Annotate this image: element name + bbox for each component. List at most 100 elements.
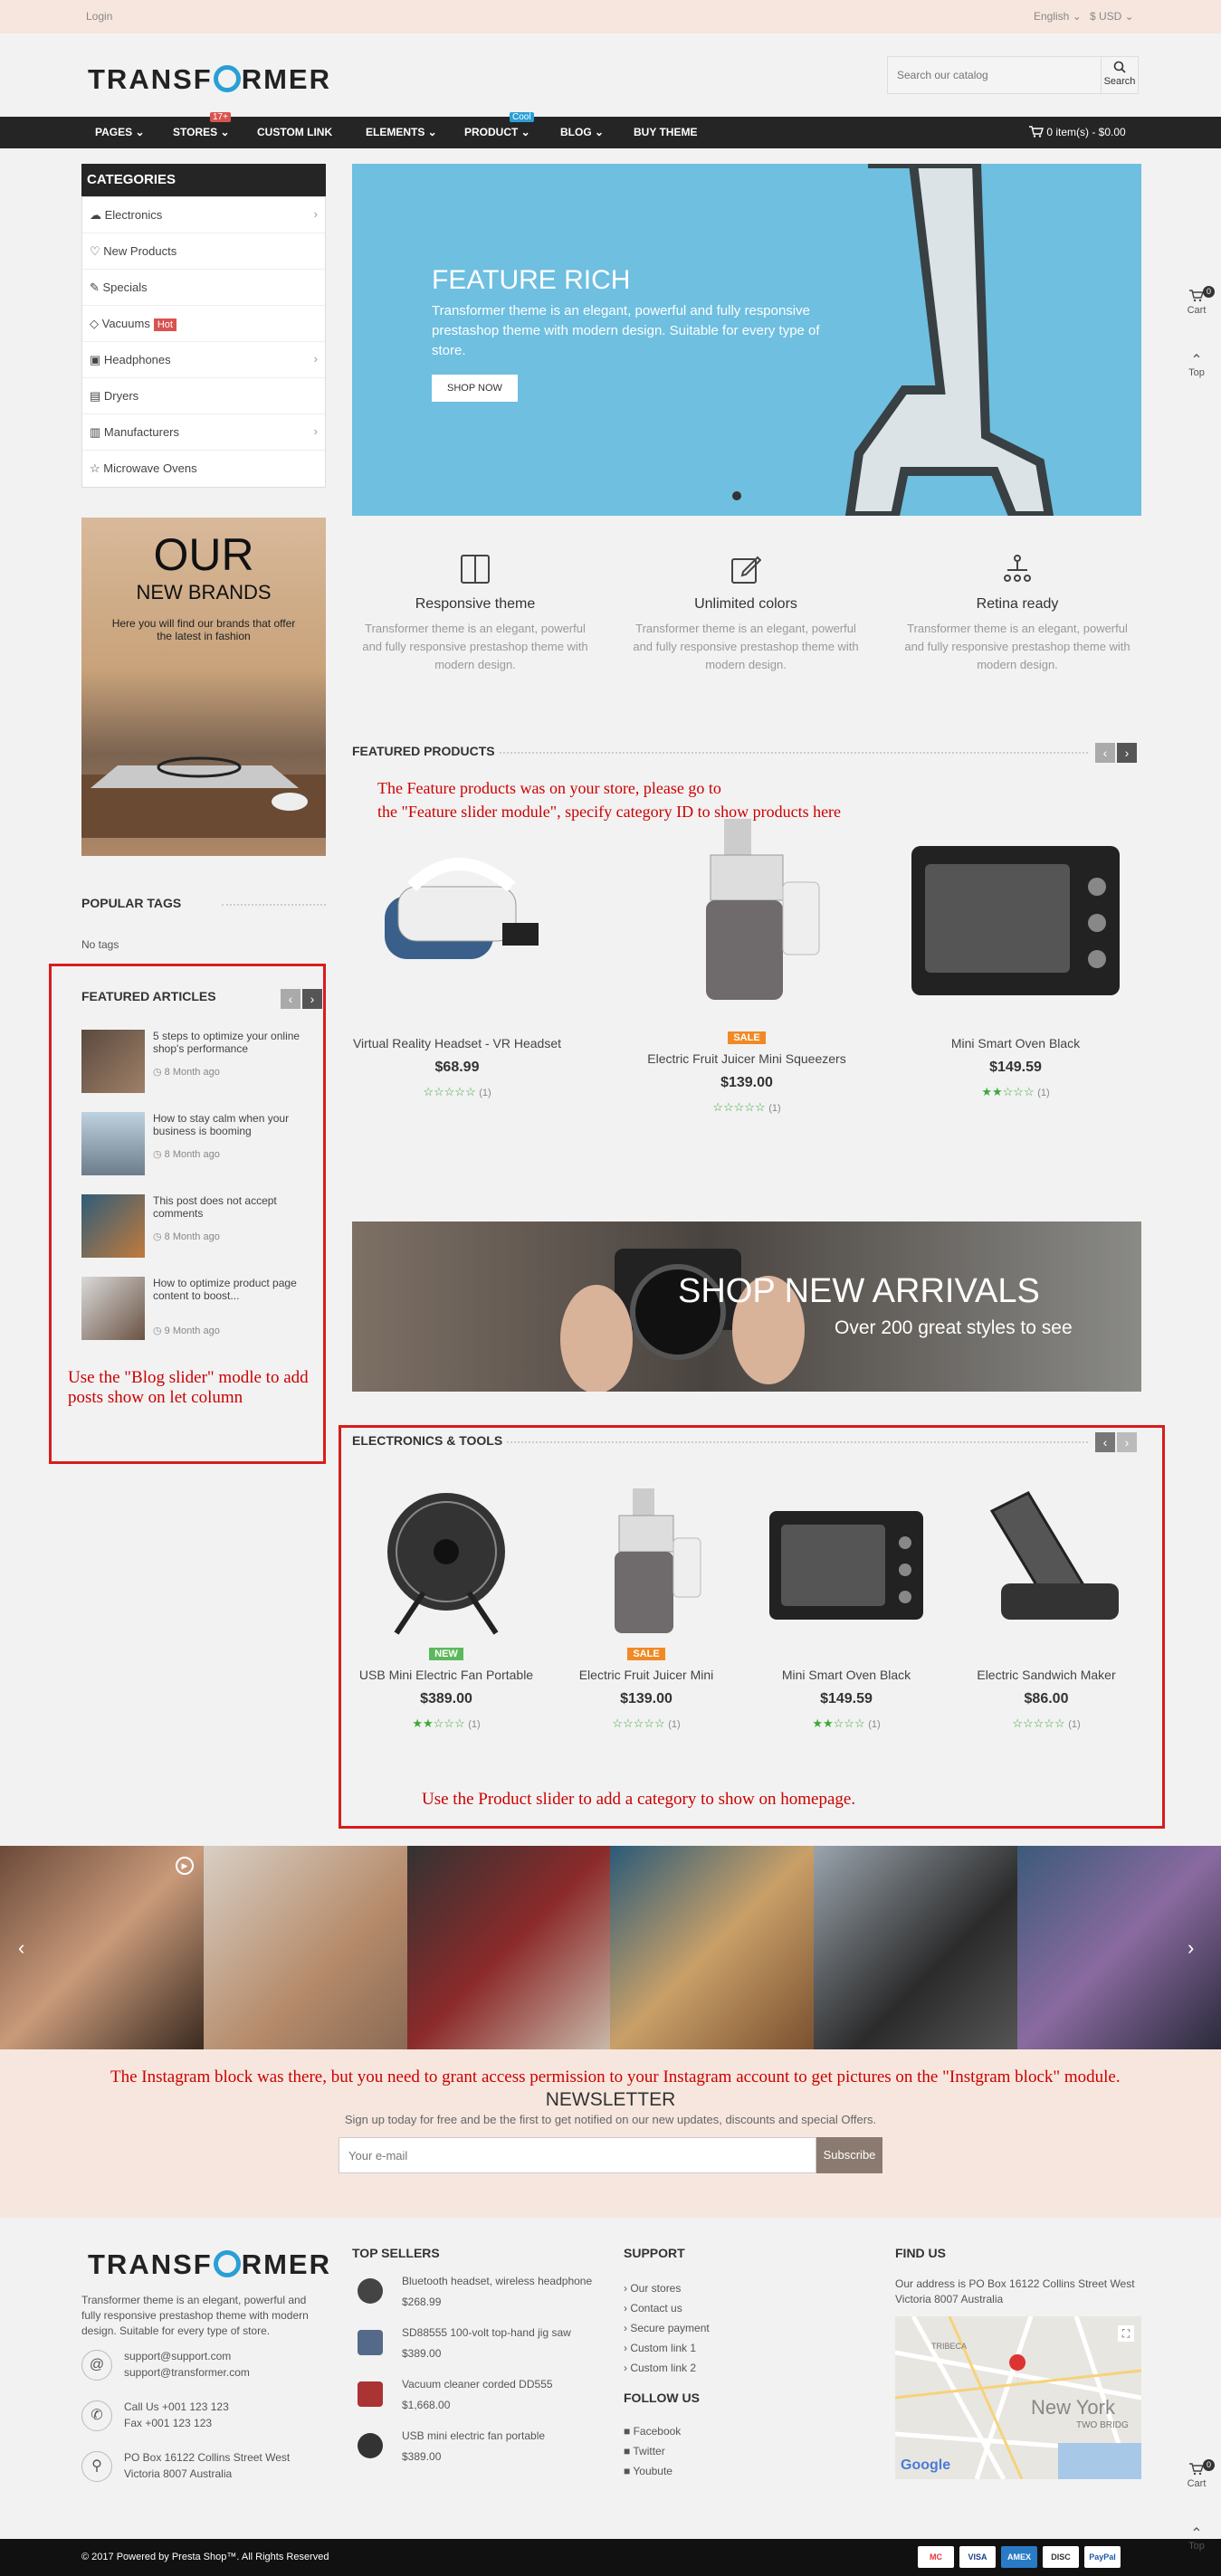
product-thumbnail: [358, 2330, 383, 2355]
footer-logo[interactable]: TRANSF RMER: [88, 2247, 331, 2281]
prev-arrow-icon[interactable]: ‹: [1095, 1432, 1115, 1452]
featured-articles-title: FEATURED ARTICLES: [81, 989, 216, 1003]
divider: [500, 752, 1088, 754]
payment-icons: MC VISA AMEX DISC PayPal: [912, 2546, 1121, 2568]
nav-stores[interactable]: STORES ⌄: [173, 126, 230, 138]
nav-buy-theme[interactable]: BUY THEME: [634, 126, 697, 138]
next-arrow-icon[interactable]: ›: [1117, 743, 1137, 763]
product-card[interactable]: SALE Electric Fruit Juicer Mini Squeezer…: [629, 810, 864, 1115]
side-cart-button-bottom[interactable]: Cart 0: [1183, 2459, 1215, 2489]
logo[interactable]: TRANSF RMER: [88, 62, 331, 96]
support-link[interactable]: › Contact us: [624, 2298, 710, 2318]
map[interactable]: TRIBECA New York TWO BRIDG Google ⛶: [895, 2316, 1141, 2479]
play-icon[interactable]: ▶: [176, 1857, 194, 1875]
instagram-prev-icon[interactable]: ‹: [18, 1936, 24, 1960]
product-card[interactable]: Electric Sandwich Maker $86.00 ☆☆☆☆☆ (1): [929, 1484, 1164, 1731]
nav-custom-link[interactable]: CUSTOM LINK: [257, 126, 332, 138]
search-input[interactable]: [888, 57, 1101, 93]
paypal-icon: PayPal: [1084, 2546, 1121, 2568]
prev-arrow-icon[interactable]: ‹: [281, 989, 300, 1009]
hot-badge: Hot: [153, 318, 176, 331]
article-thumbnail: [81, 1194, 145, 1258]
list-item[interactable]: How to optimize product page content to …: [81, 1275, 317, 1357]
side-top-button[interactable]: ⌃ Top: [1183, 354, 1210, 379]
nav-cart[interactable]: 0 item(s) - $0.00: [1029, 126, 1126, 138]
instagram-photo[interactable]: [406, 1846, 611, 2049]
new-arrivals-banner[interactable]: SHOP NEW ARRIVALS Over 200 great styles …: [352, 1221, 1141, 1392]
category-microwave-ovens[interactable]: ☆ Microwave Ovens: [82, 451, 325, 487]
discover-icon: DISC: [1043, 2546, 1079, 2568]
heart-icon: ♡: [90, 244, 104, 258]
nav-product[interactable]: PRODUCT ⌄: [464, 126, 530, 138]
instagram-photo[interactable]: [203, 1846, 407, 2049]
cart-count-badge: 0: [1203, 286, 1215, 298]
list-item[interactable]: How to stay calm when your business is b…: [81, 1110, 317, 1193]
login-link[interactable]: Login: [86, 10, 112, 23]
product-badge: Cool: [510, 112, 534, 122]
list-item[interactable]: USB mini electric fan portable $389.00: [352, 2428, 606, 2479]
sale-badge: SALE: [728, 1031, 766, 1044]
search-button[interactable]: Search: [1101, 56, 1139, 94]
list-item[interactable]: Vacuum cleaner corded DD555 $1,668.00: [352, 2376, 606, 2428]
new-badge: NEW: [429, 1648, 463, 1660]
newsletter-section: The Instagram block was there, but you n…: [0, 2049, 1221, 2218]
support-links: › Our stores › Contact us › Secure payme…: [624, 2278, 710, 2378]
facebook-link[interactable]: ■ Facebook: [624, 2421, 681, 2441]
support-link[interactable]: › Custom link 2: [624, 2358, 710, 2378]
instagram-photo[interactable]: [0, 1846, 204, 2049]
subscribe-button[interactable]: Subscribe: [816, 2137, 882, 2173]
archive-icon: ▤: [90, 389, 104, 403]
categories-block: CATEGORIES ☁ Electronics › ♡ New Products…: [81, 164, 326, 488]
language-selector[interactable]: English ⌄: [1034, 10, 1082, 23]
list-item[interactable]: Bluetooth headset, wireless headphone $2…: [352, 2273, 606, 2324]
nav-blog[interactable]: BLOG ⌄: [560, 126, 604, 138]
category-dryers[interactable]: ▤ Dryers: [82, 378, 325, 414]
newsletter-email-input[interactable]: [339, 2137, 816, 2173]
instagram-photo[interactable]: [814, 1846, 1018, 2049]
support-link[interactable]: › Custom link 1: [624, 2338, 710, 2358]
nav-elements[interactable]: ELEMENTS ⌄: [366, 126, 437, 138]
brands-banner[interactable]: OUR NEW BRANDS Here you will find our br…: [81, 518, 326, 856]
category-headphones[interactable]: ▣ Headphones ›: [82, 342, 325, 378]
list-item[interactable]: SD88555 100-volt top-hand jig saw $389.0…: [352, 2324, 606, 2376]
currency-selector[interactable]: $ USD ⌄: [1090, 10, 1134, 23]
slider-dot[interactable]: [732, 491, 741, 500]
trash-icon: ▥: [90, 425, 104, 439]
prev-arrow-icon[interactable]: ‹: [1095, 743, 1115, 763]
support-link[interactable]: › Our stores: [624, 2278, 710, 2298]
twitter-link[interactable]: ■ Twitter: [624, 2441, 681, 2461]
instagram-photo[interactable]: [610, 1846, 815, 2049]
category-electronics[interactable]: ☁ Electronics ›: [82, 197, 325, 233]
category-new-products[interactable]: ♡ New Products: [82, 233, 325, 270]
side-cart-button[interactable]: Cart 0: [1183, 286, 1215, 316]
product-card[interactable]: Virtual Reality Headset - VR Headset $68…: [339, 832, 575, 1099]
cart-icon: [1189, 2463, 1204, 2476]
divider: [222, 904, 326, 906]
footer-about: Transformer theme is an elegant, powerfu…: [81, 2294, 309, 2337]
category-vacuums[interactable]: ◇ Vacuums Hot: [82, 306, 325, 342]
amex-icon: AMEX: [1001, 2546, 1037, 2568]
follow-links: ■ Facebook ■ Twitter ■ Youbute: [624, 2421, 681, 2481]
category-manufacturers[interactable]: ▥ Manufacturers ›: [82, 414, 325, 451]
google-logo: Google: [901, 2457, 951, 2473]
sandwich-maker-image: [989, 1491, 1119, 1620]
articles-list: 5 steps to optimize your online shop's p…: [81, 1028, 317, 1357]
divider: [507, 1441, 1088, 1443]
category-specials[interactable]: ✎ Specials: [82, 270, 325, 306]
instagram-next-icon[interactable]: ›: [1188, 1936, 1194, 1960]
shop-now-button[interactable]: SHOP NOW: [432, 375, 518, 402]
youtube-link[interactable]: ■ Youbute: [624, 2461, 681, 2481]
instagram-strip: [0, 1846, 1221, 2049]
electronics-title: ELECTRONICS & TOOLS: [352, 1433, 503, 1448]
product-card[interactable]: Mini Smart Oven Black $149.59 ★★☆☆☆ (1): [898, 832, 1133, 1099]
list-item[interactable]: 5 steps to optimize your online shop's p…: [81, 1028, 317, 1110]
side-top-button-bottom[interactable]: ⌃ Top: [1183, 2527, 1210, 2552]
cloud-icon: ☁: [90, 208, 105, 222]
feature-responsive: Responsive theme Transformer theme is an…: [339, 554, 611, 674]
list-item[interactable]: This post does not accept comments ◷ 8 M…: [81, 1193, 317, 1275]
next-arrow-icon[interactable]: ›: [302, 989, 322, 1009]
nav-pages[interactable]: PAGES ⌄: [95, 126, 145, 138]
next-arrow-icon[interactable]: ›: [1117, 1432, 1137, 1452]
support-link[interactable]: › Secure payment: [624, 2318, 710, 2338]
fullscreen-icon[interactable]: ⛶: [1118, 2325, 1134, 2342]
